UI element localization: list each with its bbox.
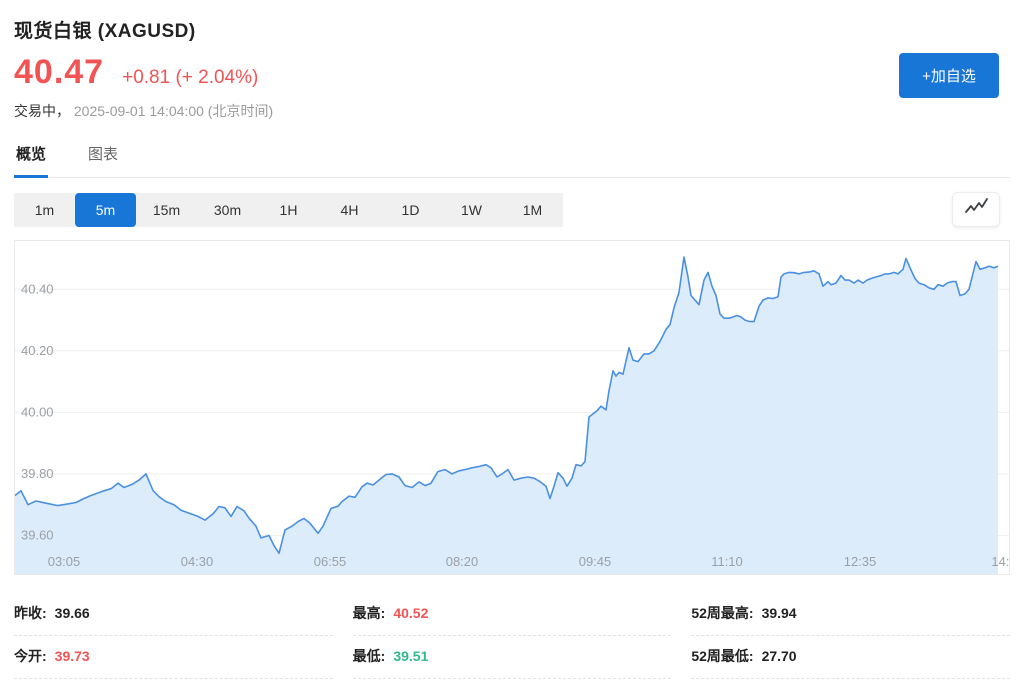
stat-label: 今开: [14, 646, 47, 666]
stat-label: 最低: [353, 646, 386, 666]
interval-selector: 1m5m15m30m1H4H1D1W1M [14, 193, 563, 227]
stat-cell: 最低: 39.51 [353, 636, 672, 679]
stat-cell: 最高: 40.52 [353, 593, 672, 636]
interval-button-1D[interactable]: 1D [380, 193, 441, 227]
price-row: 40.47 +0.81 (+ 2.04%) [14, 53, 1010, 92]
x-axis-tick: 11:10 [711, 554, 743, 569]
quote-timestamp: 2025-09-01 14:04:00 [74, 103, 204, 119]
interval-button-15m[interactable]: 15m [136, 193, 197, 227]
stat-value: 27.70 [762, 648, 797, 664]
stat-label: 52周最高: [691, 603, 753, 623]
add-watchlist-button[interactable]: +加自选 [899, 53, 999, 98]
stat-cell: 52周最低: 27.70 [691, 636, 1010, 679]
chart-toolbar: 1m5m15m30m1H4H1D1W1M [14, 192, 1010, 227]
y-axis-tick: 39.60 [21, 528, 54, 543]
stat-value: 39.73 [55, 648, 90, 664]
stat-cell: 昨收: 39.66 [14, 593, 333, 636]
x-axis-tick: 06:55 [314, 554, 347, 569]
y-axis-tick: 40.40 [21, 281, 54, 296]
price-change: +0.81 (+ 2.04%) [122, 67, 258, 89]
x-axis-tick: 09:45 [579, 554, 612, 569]
interval-button-1M[interactable]: 1M [502, 193, 563, 227]
stat-label: 昨收: [14, 603, 47, 623]
price-chart-canvas[interactable]: 40.40 40.20 40.00 39.80 39.60 03:05 04:30 06:55… [15, 241, 1009, 574]
interval-button-1m[interactable]: 1m [14, 193, 75, 227]
interval-button-1H[interactable]: 1H [258, 193, 319, 227]
x-axis-tick: 08:20 [446, 554, 479, 569]
price-chart[interactable]: 40.40 40.20 40.00 39.80 39.60 03:05 04:30 06:55… [14, 240, 1010, 575]
tab-overview[interactable]: 概览 [14, 143, 48, 177]
stat-value: 40.52 [393, 605, 428, 621]
timezone-label: (北京时间) [208, 103, 273, 119]
stat-cell: 今开: 39.73 [14, 636, 333, 679]
trading-status: 交易中， 2025-09-01 14:04:00 (北京时间) [14, 101, 1010, 121]
x-axis-tick: 03:05 [48, 554, 81, 569]
last-price: 40.47 [14, 53, 104, 92]
x-axis-tick: 04:30 [181, 554, 214, 569]
x-axis-tick: 12:35 [844, 554, 877, 569]
y-axis-tick: 39.80 [21, 466, 54, 481]
interval-button-1W[interactable]: 1W [441, 193, 502, 227]
price-area-fill [15, 257, 998, 574]
y-axis-tick: 40.00 [21, 404, 54, 419]
x-axis-tick: 14:0 [991, 554, 1009, 569]
interval-button-30m[interactable]: 30m [197, 193, 258, 227]
interval-button-5m[interactable]: 5m [75, 193, 136, 227]
stat-label: 52周最低: [691, 646, 753, 666]
stat-value: 39.51 [393, 648, 428, 664]
y-axis-tick: 40.20 [21, 343, 54, 358]
page-title: 现货白银 (XAGUSD) [14, 16, 1010, 43]
tab-bar: 概览 图表 [14, 143, 1010, 178]
tab-chart[interactable]: 图表 [86, 143, 120, 177]
line-chart-icon [962, 197, 990, 222]
stat-value: 39.94 [762, 605, 797, 621]
trading-status-label: 交易中， [14, 103, 70, 119]
interval-button-4H[interactable]: 4H [319, 193, 380, 227]
stat-label: 最高: [353, 603, 386, 623]
stat-value: 39.66 [55, 605, 90, 621]
stat-cell: 52周最高: 39.94 [691, 593, 1010, 636]
quote-page: 现货白银 (XAGUSD) 40.47 +0.81 (+ 2.04%) +加自选… [0, 0, 1024, 688]
chart-type-button[interactable] [952, 192, 1000, 227]
stats-grid: 昨收: 39.66 最高: 40.52 52周最高: 39.94 今开: 39.73 最低: 39… [14, 593, 1010, 679]
